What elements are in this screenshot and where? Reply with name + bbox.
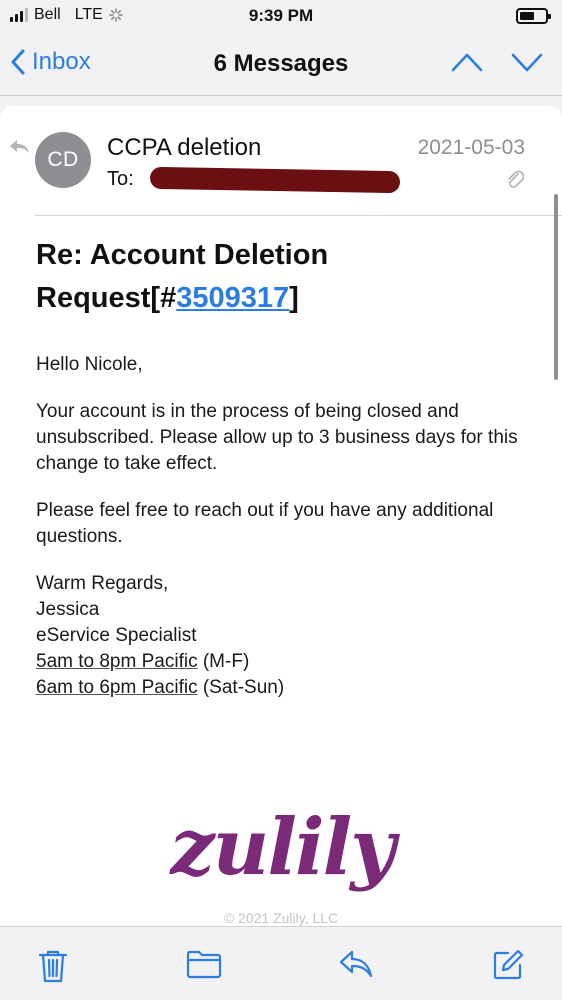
- copyright-footer: © 2021 Zulily, LLC: [223, 910, 339, 926]
- to-label: To:: [107, 168, 134, 190]
- zulily-logo: zulily: [168, 802, 402, 893]
- signature: Warm Regards, Jessica eService Specialis…: [36, 571, 536, 701]
- chevron-down-icon[interactable]: [510, 50, 544, 74]
- greeting: Hello Nicole,: [36, 354, 143, 375]
- body-paragraph: Please feel free to reach out if you hav…: [36, 500, 494, 547]
- message-subject: Re: Account Deletion Request[#3509317]: [36, 234, 516, 320]
- sender-name[interactable]: CCPA deletion: [107, 134, 261, 162]
- message-date: 2021-05-03: [417, 136, 525, 159]
- redacted-recipient: [149, 166, 400, 193]
- status-bar: Bell LTE 9:39 PM: [0, 0, 562, 34]
- logo-wordmark: zulily: [168, 802, 400, 893]
- status-time: 9:39 PM: [248, 6, 314, 25]
- ticket-number-link[interactable]: 3509317: [176, 282, 289, 314]
- header-divider: [35, 215, 562, 216]
- compose-icon[interactable]: [492, 949, 524, 981]
- message-nav-arrows: [450, 50, 544, 74]
- message-card: CD CCPA deletion To: 2021-05-03 Re: Acco…: [0, 106, 562, 926]
- folder-icon[interactable]: [186, 949, 222, 979]
- hours-weekend: 6am to 6pm Pacific (Sat-Sun): [36, 675, 536, 701]
- reply-icon[interactable]: [338, 949, 374, 979]
- avatar: CD: [35, 132, 91, 188]
- hours-weekday: 5am to 8pm Pacific (M-F): [36, 649, 536, 675]
- signer-name: Jessica: [36, 599, 100, 620]
- signoff: Warm Regards,: [36, 573, 169, 594]
- recipient-row: To:: [107, 166, 400, 193]
- hours-weekend-link[interactable]: 6am to 6pm Pacific: [36, 677, 198, 698]
- replied-arrow-icon: [10, 140, 29, 153]
- hours-weekend-days: (Sat-Sun): [197, 677, 285, 698]
- bottom-toolbar: [0, 926, 562, 1000]
- body-paragraph: Your account is in the process of being …: [36, 401, 518, 474]
- message-body: Hello Nicole, Your account is in the pro…: [36, 352, 536, 701]
- nav-bar: Inbox 6 Messages: [0, 34, 562, 96]
- hours-weekday-days: (M-F): [197, 651, 250, 672]
- hours-weekday-link[interactable]: 5am to 8pm Pacific: [36, 651, 198, 672]
- battery-icon: [516, 8, 551, 24]
- chevron-up-icon[interactable]: [450, 50, 484, 74]
- paperclip-icon: [508, 170, 524, 188]
- signer-title: eService Specialist: [36, 625, 197, 646]
- trash-icon[interactable]: [38, 949, 68, 983]
- subject-suffix: ]: [289, 282, 299, 314]
- scrollbar[interactable]: [554, 194, 558, 380]
